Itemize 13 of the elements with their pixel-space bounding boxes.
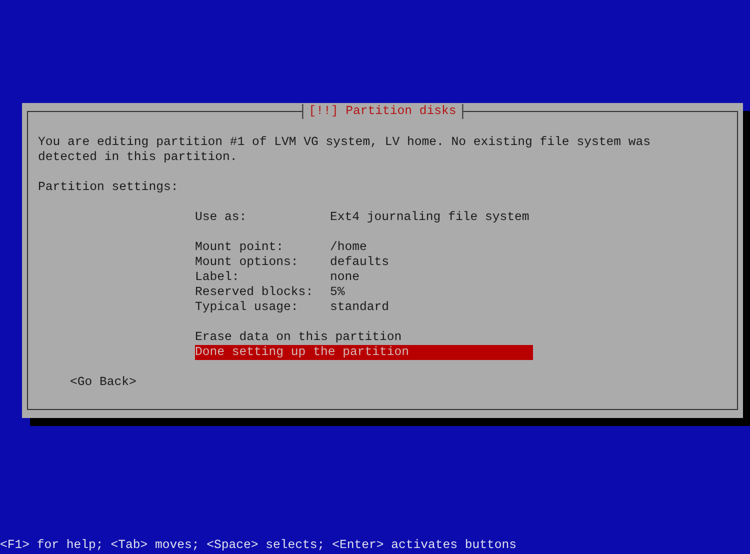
setting-row[interactable]: Reserved blocks: 5%: [195, 285, 533, 300]
go-back-button[interactable]: <Go Back>: [70, 375, 136, 390]
setting-row[interactable]: Label: none: [195, 270, 533, 285]
setting-row[interactable]: Mount point: /home: [195, 240, 533, 255]
action-item[interactable]: Done setting up the partition: [195, 345, 533, 360]
dialog-message: You are editing partition #1 of LVM VG system, LV home. No existing file system was detected in this partition.: [38, 135, 652, 165]
action-item[interactable]: Erase data on this partition: [195, 330, 533, 345]
status-bar-hint: <F1> for help; <Tab> moves; <Space> selects; <Enter> activates buttons: [0, 538, 518, 553]
setting-row[interactable]: Use as: Ext4 journaling file system: [195, 210, 533, 225]
setting-row[interactable]: Mount options: defaults: [195, 255, 533, 270]
section-heading: Partition settings:: [38, 180, 180, 195]
setting-row[interactable]: Typical usage: standard: [195, 300, 533, 315]
dialog-title: [!!] Partition disks: [302, 104, 464, 119]
